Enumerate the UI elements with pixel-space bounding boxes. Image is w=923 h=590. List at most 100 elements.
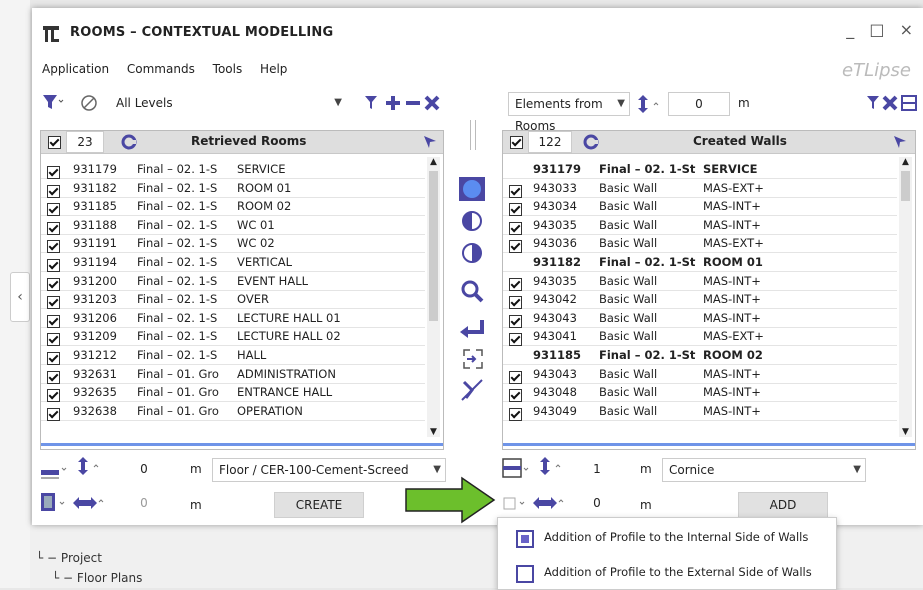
table-row[interactable]: 943049 Basic Wall MAS-INT+ [503,403,897,421]
row-checkbox[interactable] [509,296,522,310]
refresh-icon[interactable] [121,134,137,150]
add-button[interactable]: ADD [738,492,828,518]
filter-dropdown-icon[interactable] [42,93,64,111]
table-row[interactable]: 943043 Basic Wall MAS-INT+ [503,366,897,384]
cursor-select-icon[interactable] [423,135,437,149]
row-checkbox[interactable] [47,203,60,217]
row-checkbox[interactable] [47,240,60,254]
table-row[interactable]: 943035 Basic Wall MAS-INT+ [503,273,897,291]
profile-side-dropdown-icon[interactable] [502,494,532,514]
collapse-sidebar-button[interactable]: ‹ [10,272,30,322]
table-row[interactable]: 931185 Final – 02. 1-S ROOM 02 [41,198,425,217]
delete-icon[interactable] [882,95,898,111]
profile-height-input[interactable]: 1 [572,458,622,480]
table-row[interactable]: 943033 Basic Wall MAS-EXT+ [503,180,897,198]
table-row[interactable]: 931209 Final – 02. 1-S LECTURE HALL 02 [41,328,425,347]
profile-width-input[interactable]: 0 [572,492,622,514]
tree-item-floor-plans[interactable]: └ − Floor Plans [30,568,142,588]
table-row[interactable]: 932635 Final – 01. Gro ENTRANCE HALL [41,384,425,403]
source-select[interactable]: Elements from Rooms ▼ [508,92,630,133]
row-checkbox[interactable] [509,370,522,384]
row-checkbox[interactable] [509,240,522,254]
cursor-select-icon[interactable] [893,135,907,149]
fit-view-icon[interactable] [463,349,483,369]
delete-icon[interactable] [424,95,440,111]
wall-type-icon[interactable] [40,492,70,514]
row-checkbox[interactable] [509,221,522,235]
select-all-rooms-icon[interactable] [459,177,485,201]
table-row[interactable]: 932638 Final – 01. Gro OPERATION [41,403,425,421]
group-row[interactable]: 931179 Final – 02. 1-St SERVICE [503,161,897,179]
table-row[interactable]: 931203 Final – 02. 1-S OVER [41,291,425,310]
table-row[interactable]: 931179 Final – 02. 1-S SERVICE [41,161,425,179]
create-button[interactable]: CREATE [274,492,364,518]
apply-filter-icon[interactable] [365,96,377,109]
table-row[interactable]: 931200 Final – 02. 1-S EVENT HALL [41,273,425,291]
row-checkbox[interactable] [47,296,60,310]
menu-tools[interactable]: Tools [213,62,243,76]
table-row[interactable]: 931188 Final – 02. 1-S WC 01 [41,217,425,235]
add-icon[interactable] [386,96,400,110]
profile-type-select[interactable]: Cornice ▼ [662,458,866,482]
menu-application[interactable]: Application [42,62,109,76]
row-checkbox[interactable] [47,370,60,384]
select-all-checkbox[interactable] [48,136,61,149]
tree-item-project[interactable]: └ − Project [30,548,142,568]
scroll-down-icon[interactable]: ▼ [427,427,440,437]
table-row[interactable]: 943036 Basic Wall MAS-EXT+ [503,235,897,254]
no-select-icon[interactable] [461,379,483,401]
row-checkbox[interactable] [47,314,60,328]
scroll-up-icon[interactable]: ▲ [899,157,912,167]
menu-commands[interactable]: Commands [127,62,195,76]
row-checkbox[interactable] [47,166,60,179]
row-checkbox[interactable] [509,277,522,291]
row-checkbox[interactable] [509,333,522,347]
profile-position-icon[interactable] [502,458,532,480]
levels-select[interactable]: All Levels ▼ [110,92,346,114]
table-row[interactable]: 943042 Basic Wall MAS-INT+ [503,291,897,310]
table-row[interactable]: 931194 Final – 02. 1-S VERTICAL [41,254,425,272]
floor-offset-input[interactable]: 0 [108,458,180,480]
apply-filter-icon[interactable] [867,96,879,109]
floor-width-input[interactable]: 0 [108,492,180,514]
maximize-button[interactable]: □ [869,20,884,39]
row-checkbox[interactable] [509,184,522,198]
menu-item-external-side[interactable]: Addition of Profile to the External Side… [498,556,836,589]
table-row[interactable]: 931182 Final – 02. 1-S ROOM 01 [41,180,425,198]
table-row[interactable]: 943034 Basic Wall MAS-INT+ [503,198,897,217]
row-checkbox[interactable] [509,314,522,328]
row-checkbox[interactable] [47,389,60,403]
table-row[interactable]: 931212 Final – 02. 1-S HALL [41,347,425,365]
scroll-thumb[interactable] [901,171,910,201]
refresh-icon[interactable] [583,134,599,150]
zoom-icon[interactable] [461,280,484,303]
row-checkbox[interactable] [47,277,60,291]
group-row[interactable]: 931185 Final – 02. 1-St ROOM 02 [503,347,897,365]
left-scrollbar[interactable]: ▲ ▼ [427,157,440,437]
table-row[interactable]: 943048 Basic Wall MAS-INT+ [503,384,897,403]
row-checkbox[interactable] [47,352,60,365]
clear-filter-icon[interactable] [80,94,98,112]
row-checkbox[interactable] [509,203,522,217]
menu-item-internal-side[interactable]: Addition of Profile to the Internal Side… [498,521,836,554]
table-row[interactable]: 943043 Basic Wall MAS-INT+ [503,310,897,328]
half-circle-left-icon[interactable] [462,211,482,231]
right-offset-input[interactable]: 0 [668,92,730,116]
row-checkbox[interactable] [47,221,60,235]
scroll-thumb[interactable] [429,171,438,321]
return-icon[interactable] [460,320,484,338]
minimize-button[interactable]: _ [846,20,854,39]
row-checkbox[interactable] [509,389,522,403]
table-row[interactable]: 943041 Basic Wall MAS-EXT+ [503,328,897,347]
close-button[interactable]: × [900,20,913,39]
expand-icon[interactable] [901,95,917,111]
remove-icon[interactable] [406,101,420,105]
half-circle-right-icon[interactable] [462,243,482,263]
right-scrollbar[interactable]: ▲ ▼ [899,157,912,437]
table-row[interactable]: 931191 Final – 02. 1-S WC 02 [41,235,425,254]
row-checkbox[interactable] [47,333,60,347]
group-row[interactable]: 931182 Final – 02. 1-St ROOM 01 [503,254,897,272]
scroll-down-icon[interactable]: ▼ [899,427,912,437]
row-checkbox[interactable] [47,184,60,198]
select-all-checkbox[interactable] [510,136,523,149]
